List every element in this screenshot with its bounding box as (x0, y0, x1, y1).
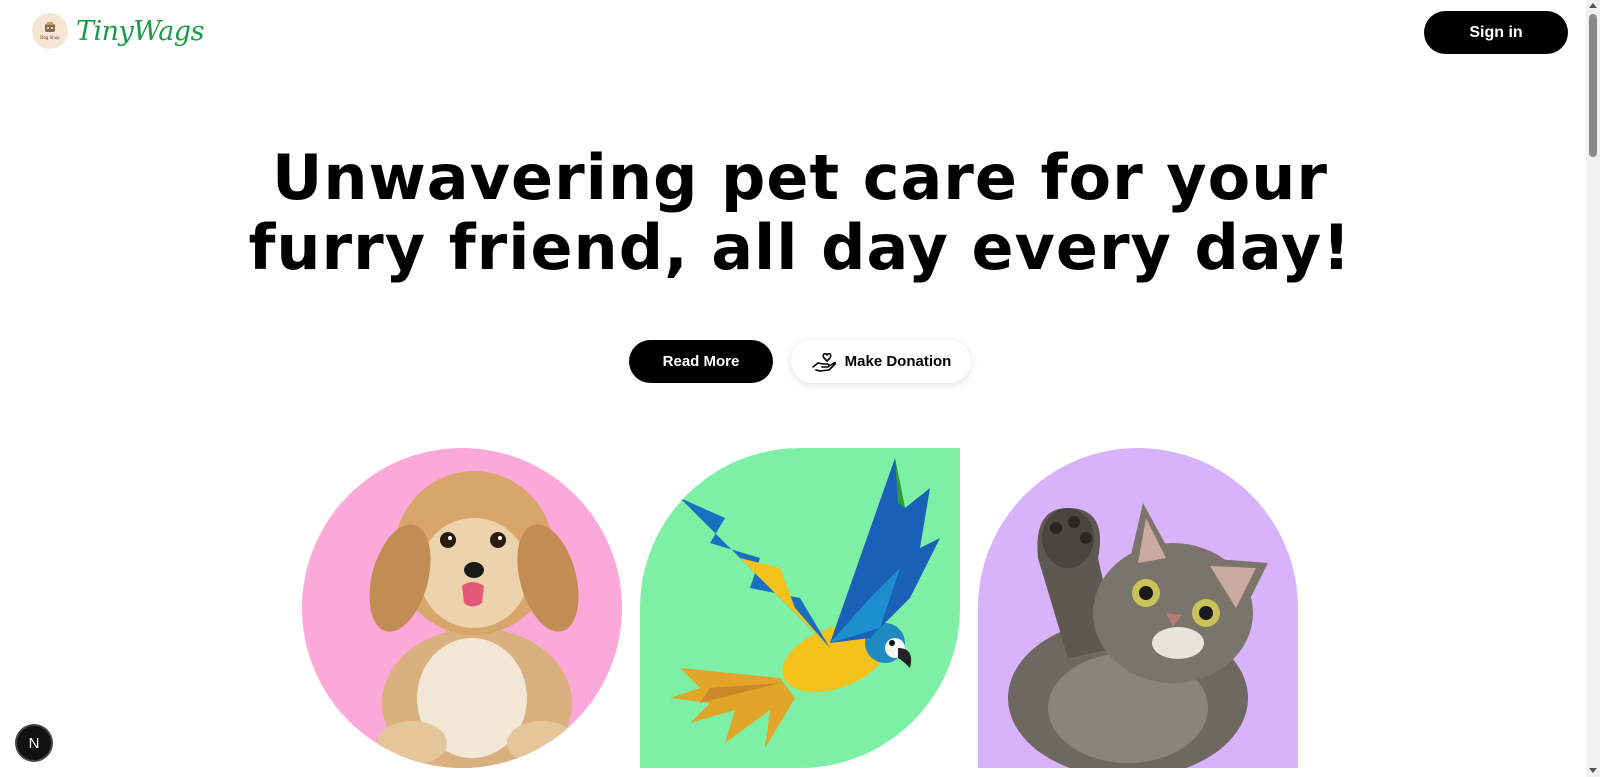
make-donation-label: Make Donation (844, 353, 952, 370)
scrollbar-thumb[interactable] (1589, 14, 1597, 157)
make-donation-button[interactable]: Make Donation (791, 340, 971, 383)
parrot-card[interactable] (640, 448, 960, 768)
hero-title-line1: Unwavering pet care for your (272, 141, 1328, 214)
nextjs-dev-badge[interactable]: N (17, 726, 51, 760)
donation-hand-icon (811, 352, 836, 372)
cat-image (1008, 503, 1268, 768)
brand-name: TinyWags (76, 15, 204, 47)
hero-title: Unwavering pet care for your furry frien… (0, 143, 1600, 283)
cta-row: Read More Make Donation (629, 340, 971, 383)
scroll-up-arrow-icon[interactable] (1589, 3, 1597, 8)
dog-image (369, 471, 579, 768)
dog-shop-icon (45, 22, 55, 32)
cat-card[interactable] (978, 448, 1298, 768)
scroll-down-arrow-icon[interactable] (1589, 768, 1597, 773)
sign-in-button[interactable]: Sign in (1424, 11, 1568, 54)
brand-logo-icon: Dog Shop (32, 13, 68, 49)
brand[interactable]: Dog Shop TinyWags (32, 13, 204, 49)
page: Dog Shop TinyWags Sign in Unwavering pet… (0, 0, 1600, 777)
parrot-image (670, 458, 940, 748)
page-scrollbar[interactable] (1586, 0, 1600, 777)
dog-card[interactable] (302, 448, 622, 768)
hero-title-line2: furry friend, all day every day! (248, 211, 1352, 284)
read-more-button[interactable]: Read More (629, 340, 773, 383)
logo-text: Dog Shop (40, 35, 60, 40)
